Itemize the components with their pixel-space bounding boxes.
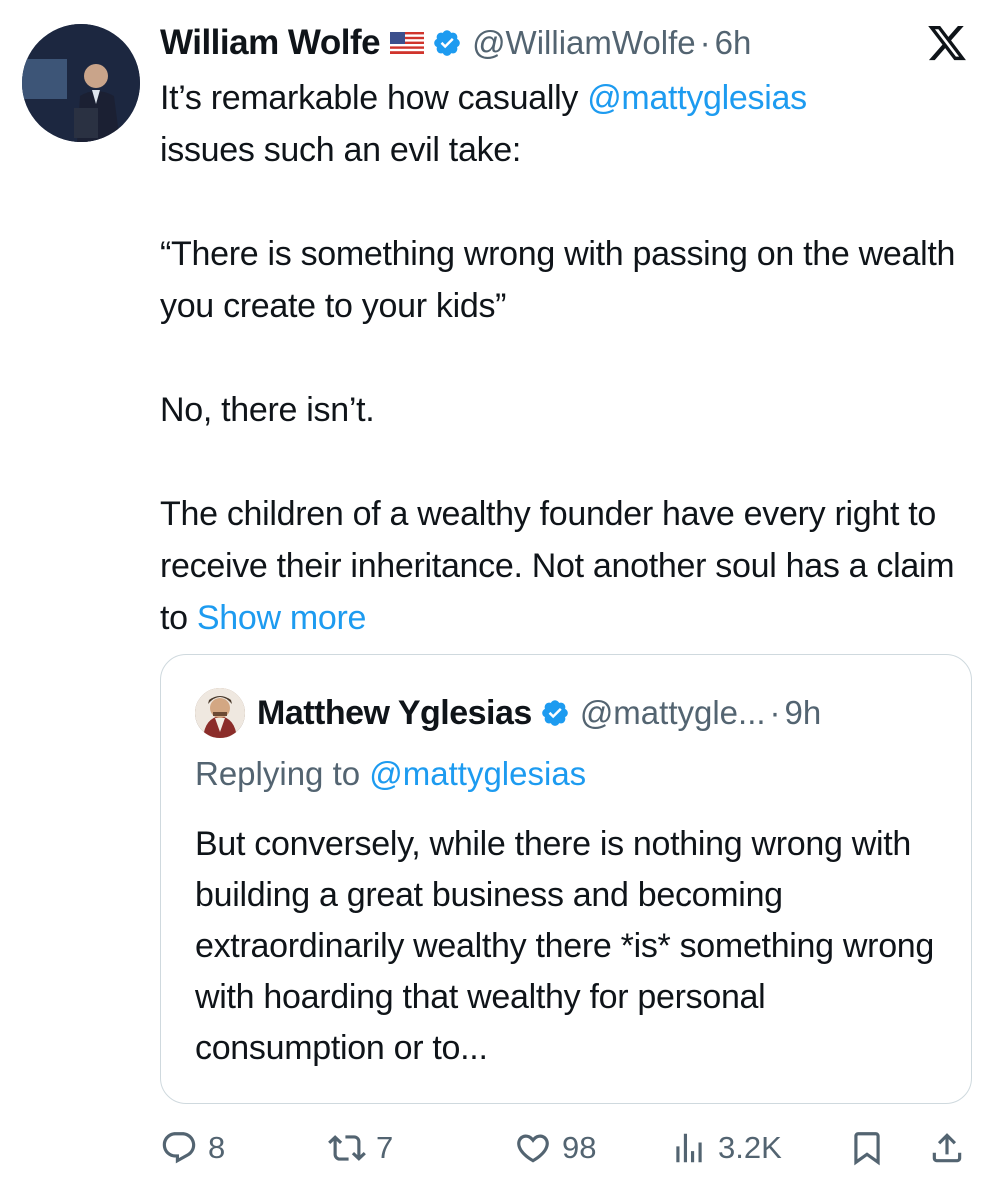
quoted-author-avatar[interactable] [195, 688, 245, 738]
avatar-photo [22, 24, 140, 142]
repost-count: 7 [376, 1130, 394, 1165]
replying-to: Replying to @mattyglesias [195, 755, 586, 793]
paragraph-1: It’s remarkable how casually @mattyglesi… [160, 72, 970, 176]
paragraph-2: “There is something wrong with passing o… [160, 235, 956, 325]
quoted-tweet-header: Matthew Yglesias @mattygle... · 9h [195, 687, 821, 739]
quoted-tweet-timestamp[interactable]: 9h [785, 694, 822, 732]
author-name[interactable]: William Wolfe [160, 23, 381, 63]
like-button[interactable]: 98 [514, 1118, 596, 1178]
show-more-link[interactable]: Show more [197, 599, 367, 637]
repost-button[interactable]: 7 [328, 1118, 393, 1178]
bookmark-icon [854, 1132, 880, 1166]
us-flag-icon [390, 32, 425, 54]
quoted-avatar-photo [195, 688, 245, 738]
quoted-author-handle[interactable]: @mattygle... [580, 694, 766, 732]
replying-prefix: Replying to [195, 755, 370, 792]
reply-button[interactable]: 8 [160, 1118, 225, 1178]
tweet-timestamp[interactable]: 6h [715, 24, 752, 62]
bookmark-button[interactable] [848, 1118, 886, 1178]
replying-mention-link[interactable]: @mattyglesias [369, 755, 586, 792]
share-button[interactable] [928, 1118, 966, 1178]
quoted-header-separator: · [769, 694, 781, 731]
views-chart-icon [676, 1133, 702, 1163]
verified-badge-icon [542, 700, 568, 726]
header-separator: · [699, 24, 711, 61]
paragraph-4: The children of a wealthy founder have e… [160, 488, 970, 644]
views-button[interactable]: 3.2K [670, 1118, 782, 1178]
paragraph-1-prefix: It’s remarkable how casually [160, 79, 588, 117]
mention-link[interactable]: @mattyglesias [587, 79, 807, 117]
reply-icon [162, 1132, 196, 1164]
author-handle[interactable]: @WilliamWolfe [472, 24, 696, 62]
like-count: 98 [562, 1130, 597, 1165]
x-logo-icon[interactable] [925, 22, 969, 64]
paragraph-3: No, there isn’t. [160, 391, 375, 429]
tweet-action-bar: 8 7 98 3.2K [160, 1118, 970, 1178]
tweet-text: It’s remarkable how casually @mattyglesi… [160, 72, 970, 644]
share-icon [932, 1133, 962, 1163]
verified-badge-icon [434, 30, 460, 56]
tweet-header: William Wolfe @WilliamWolfe · 6h [160, 20, 751, 66]
repost-icon [328, 1135, 366, 1161]
reply-count: 8 [208, 1130, 226, 1165]
paragraph-1-suffix: issues such an evil take: [160, 131, 522, 169]
quoted-tweet-text: But conversely, while there is nothing w… [195, 825, 935, 1067]
views-count: 3.2K [718, 1130, 782, 1165]
heart-icon [517, 1134, 549, 1163]
quoted-tweet[interactable]: Matthew Yglesias @mattygle... · 9h Reply… [160, 654, 972, 1104]
author-avatar[interactable] [22, 24, 140, 142]
quoted-author-name[interactable]: Matthew Yglesias [257, 694, 532, 733]
